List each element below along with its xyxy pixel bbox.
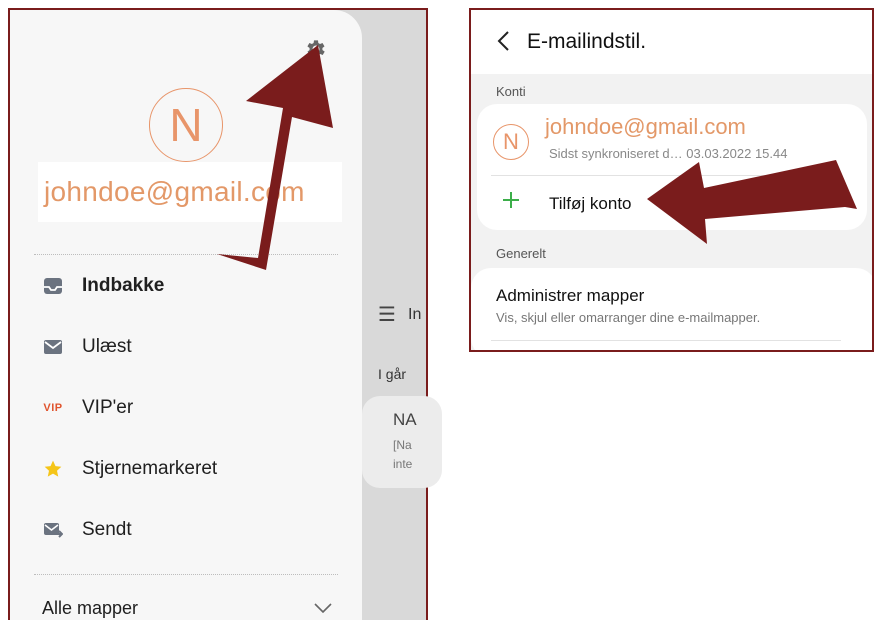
divider xyxy=(34,574,338,575)
menu-item-sent[interactable]: Sendt xyxy=(42,514,132,546)
sent-icon xyxy=(42,519,64,541)
mail-icon xyxy=(42,336,64,358)
menu-item-inbox[interactable]: Indbakke xyxy=(42,270,164,302)
back-icon[interactable] xyxy=(495,30,513,52)
divider xyxy=(491,175,841,176)
manage-folders-item[interactable]: Administrer mapper xyxy=(496,286,644,306)
navigation-drawer: N johndoe@gmail.com Indbakke Ulæst VIP V… xyxy=(10,10,362,620)
plus-icon[interactable] xyxy=(501,190,521,210)
last-sync-text: Sidst synkroniseret d… 03.03.2022 15.44 xyxy=(549,146,788,161)
menu-item-starred[interactable]: Stjernemarkeret xyxy=(42,453,217,485)
page-title: E-mailindstil. xyxy=(527,30,647,53)
vip-icon: VIP xyxy=(43,402,63,414)
background-mail-sender: NA xyxy=(393,410,417,429)
background-mail-line: [Na xyxy=(393,438,412,452)
background-mail-line: inte xyxy=(393,457,413,471)
star-icon xyxy=(42,458,64,480)
left-screenshot-panel: N johndoe@gmail.com Indbakke Ulæst VIP V… xyxy=(8,8,428,620)
right-screenshot-panel: E-mailindstil. Konti N johndoe@gmail.com… xyxy=(469,8,874,352)
divider xyxy=(491,340,841,341)
divider xyxy=(34,254,338,255)
menu-item-label: VIP'er xyxy=(82,397,134,418)
app-bar: E-mailindstil. xyxy=(471,10,872,74)
background-title: In xyxy=(408,306,422,323)
avatar[interactable]: N xyxy=(149,88,223,162)
menu-icon: ☰ xyxy=(378,304,396,326)
account-email[interactable]: johndoe@gmail.com xyxy=(38,162,342,222)
account-email[interactable]: johndoe@gmail.com xyxy=(545,114,746,140)
menu-item-vip[interactable]: VIP VIP'er xyxy=(42,392,133,424)
manage-folders-description: Vis, skjul eller omarranger dine e-mailm… xyxy=(496,310,761,325)
menu-item-label: Ulæst xyxy=(82,336,132,357)
menu-item-unread[interactable]: Ulæst xyxy=(42,331,132,363)
background-date-label: I går xyxy=(378,366,407,382)
section-header-general: Generelt xyxy=(496,246,546,261)
menu-item-label: Stjernemarkeret xyxy=(82,458,218,479)
inbox-icon xyxy=(42,275,64,297)
all-folders-label: Alle mapper xyxy=(42,597,139,618)
menu-item-label: Indbakke xyxy=(82,275,165,296)
all-folders-row[interactable]: Alle mapper xyxy=(42,594,332,620)
chevron-down-icon xyxy=(314,603,332,613)
menu-item-label: Sendt xyxy=(82,519,132,540)
add-account-button[interactable]: Tilføj konto xyxy=(549,194,632,214)
section-header-accounts: Konti xyxy=(496,84,526,99)
avatar: N xyxy=(493,124,529,160)
gear-icon[interactable] xyxy=(304,37,328,61)
